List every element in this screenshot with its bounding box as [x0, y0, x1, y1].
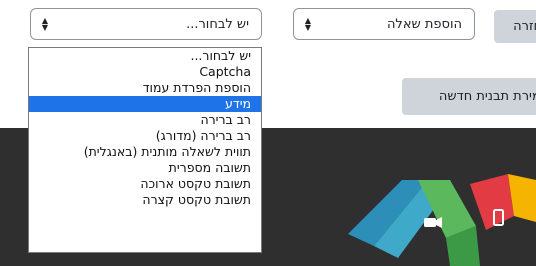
return-button-label: חזרה: [513, 19, 536, 34]
dropdown-option[interactable]: תשובת טקסט קצרה: [29, 192, 261, 208]
question-type-dropdown-list: יש לבחור... Captcha הוספת הפרדת עמוד מיד…: [28, 47, 262, 253]
save-new-template-button[interactable]: שמירת תבנית חדשה: [402, 78, 536, 115]
dropdown-option[interactable]: רב ברירה: [29, 112, 261, 128]
dropdown-option[interactable]: Captcha: [29, 64, 261, 80]
dropdown-option[interactable]: תווית לשאלה מותנית (באנגלית): [29, 144, 261, 160]
return-button[interactable]: חזרה: [494, 10, 536, 43]
brand-logo-graphic: [348, 174, 536, 266]
add-question-select[interactable]: הוספת שאלה ▲ ▼: [293, 8, 475, 40]
video-camera-icon: [424, 217, 442, 228]
save-new-template-label: שמירת תבנית חדשה: [438, 89, 536, 104]
dropdown-option[interactable]: תשובה מספרית: [29, 160, 261, 176]
question-type-select-value: יש לבחור...: [186, 16, 249, 32]
dropdown-option[interactable]: יש לבחור...: [29, 48, 261, 64]
sort-arrows-icon: ▲ ▼: [41, 16, 49, 32]
dropdown-option[interactable]: הוספת הפרדת עמוד: [29, 80, 261, 96]
sort-arrows-icon: ▲ ▼: [304, 16, 312, 32]
add-question-select-value: הוספת שאלה: [386, 16, 462, 32]
dropdown-option[interactable]: רב ברירה (מדורג): [29, 128, 261, 144]
dropdown-option-selected[interactable]: מידע: [29, 96, 261, 112]
dropdown-option[interactable]: תשובת טקסט ארוכה: [29, 176, 261, 192]
question-type-select[interactable]: יש לבחור... ▲ ▼: [30, 8, 262, 40]
